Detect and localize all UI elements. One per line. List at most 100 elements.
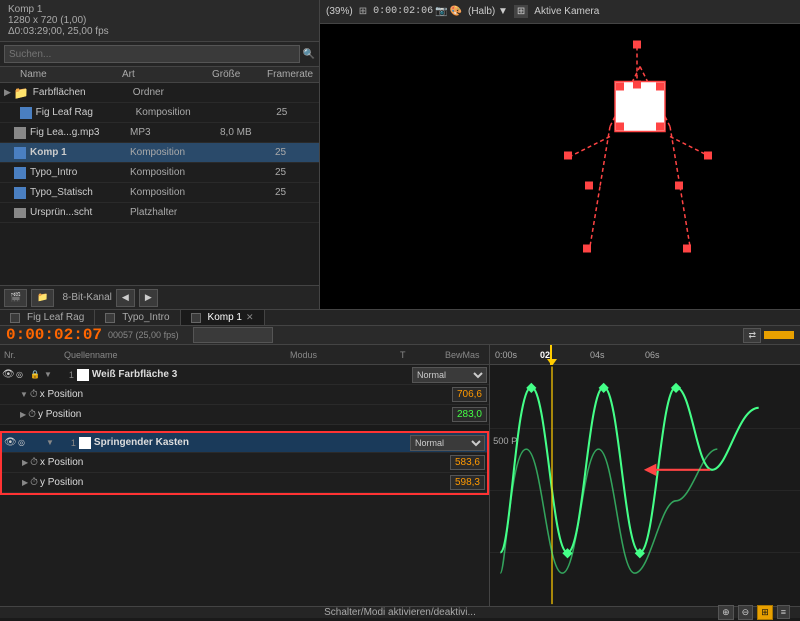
sub-layer-name: y Position [40, 477, 450, 488]
tab-close-icon[interactable]: ✕ [246, 312, 254, 323]
sub-layer-name: x Position [40, 457, 450, 468]
file-type: Platzhalter [130, 207, 220, 218]
file-type: Komposition [136, 107, 223, 118]
graph-area: 0:00s 02 04s 06s 500 P [490, 345, 800, 606]
transparency-icon: ⊞ [514, 5, 528, 18]
lock-icon[interactable]: 🔒 [30, 370, 44, 379]
list-item[interactable]: Fig Lea...g.mp3 MP3 8,0 MB [0, 123, 319, 143]
mp3-icon [14, 127, 26, 139]
list-item[interactable]: ▶ 📁 Farbflächen Ordner [0, 83, 319, 103]
file-type: MP3 [130, 127, 220, 138]
x-position-value: 706,6 [452, 387, 487, 402]
file-name: Fig Lea...g.mp3 [30, 127, 130, 138]
eye-icon[interactable]: 👁 [4, 437, 18, 448]
left-panel: Komp 1 1280 x 720 (1,00) Δ0:03:29;00, 25… [0, 0, 320, 309]
expand-icon[interactable]: ▼ [20, 390, 28, 399]
file-header: Name Art Größe Framerate [0, 67, 319, 83]
prev-button[interactable]: ◀ [116, 289, 135, 307]
layer-row-2[interactable]: 👁 ◎ ▼ 1 Springender Kasten Normal [2, 433, 487, 453]
solo-icon[interactable]: ◎ [16, 370, 30, 379]
col-nr: Nr. [4, 350, 34, 360]
bottom-bar-label: Schalter/Modi aktivieren/deaktivi... [324, 607, 476, 618]
resolution-label: (Halb) ▼ [468, 6, 508, 17]
timecode: 0:00:02:07 [6, 326, 102, 344]
expand-arrow: ▶ [4, 87, 14, 98]
tab-fig-leaf-rag[interactable]: Fig Leaf Rag [0, 310, 95, 325]
ruler-mark-02: 02 [540, 350, 550, 360]
project-name: Komp 1 [8, 4, 311, 15]
file-fps: 25 [275, 147, 315, 158]
folder-button[interactable]: 📁 [31, 289, 54, 307]
stopwatch-icon[interactable]: ⏱ [30, 457, 38, 468]
file-size: 8,0 MB [220, 127, 275, 138]
ruler-mark-04: 04s [590, 350, 605, 360]
preview-panel: (39%) ⊞ 0:00:02:06 📷 🎨 (Halb) ▼ ⊞ Aktive… [320, 0, 800, 309]
list-item[interactable]: Ursprün...scht Platzhalter [0, 203, 319, 223]
col-name: Name [0, 69, 118, 80]
frame-search-input[interactable] [193, 327, 273, 343]
folder-icon: 📁 [14, 86, 29, 100]
preview-figure-svg [320, 24, 800, 309]
file-name: Farbflächen [33, 87, 133, 98]
file-type: Komposition [130, 187, 220, 198]
layer-row-2-sub2: ▶ ⏱ y Position 598,3 [2, 473, 487, 493]
list-item[interactable]: Typo_Statisch Komposition 25 [0, 183, 319, 203]
file-fps: 25 [275, 167, 315, 178]
list-item[interactable]: Typo_Intro Komposition 25 [0, 163, 319, 183]
fit-button[interactable]: ⊞ [359, 6, 367, 17]
timeline-tool-btn[interactable]: ⇄ [743, 328, 761, 343]
col-t: T [400, 350, 415, 360]
layer-mode-select-2[interactable]: Normal [410, 435, 485, 451]
eye-icon[interactable]: 👁 [2, 369, 16, 380]
timeline-ruler: 0:00s 02 04s 06s [490, 345, 800, 365]
file-name: Typo_Statisch [30, 187, 130, 198]
stopwatch-icon[interactable]: ⏱ [30, 477, 38, 488]
layer-row-1[interactable]: 👁 ◎ 🔒 ▼ 1 Weiß Farbfläche 3 Normal [0, 365, 489, 385]
layer-row-1-sub1: ▼ ⏱ x Position 706,6 [0, 385, 489, 405]
col-bewmas: BewMas [445, 350, 485, 360]
expand-icon[interactable]: ▶ [22, 478, 28, 487]
expand-icon[interactable]: ▶ [22, 458, 28, 467]
file-type: Komposition [130, 147, 220, 158]
layer-number: 1 [56, 438, 76, 448]
work-area-indicator [764, 331, 794, 339]
stopwatch-icon[interactable]: ⏱ [28, 409, 36, 420]
zoom-fit-button[interactable]: ⊕ [718, 605, 734, 620]
camera-label: Aktive Kamera [534, 6, 599, 17]
file-name: Ursprün...scht [30, 207, 130, 218]
svg-text:500 P: 500 P [493, 436, 517, 446]
zoom-out-button[interactable]: ⊖ [738, 605, 754, 620]
fps-info: 00057 (25,00 fps) [108, 330, 179, 340]
layer-row-1-sub2: ▶ ⏱ y Position 283,0 [0, 405, 489, 425]
resolution-selector: 0:00:02:06 📷 🎨 [373, 6, 462, 17]
file-name: Fig Leaf Rag [36, 107, 136, 118]
solo-icon[interactable]: ◎ [18, 438, 32, 447]
next-button[interactable]: ▶ [139, 289, 158, 307]
graph-settings-button[interactable]: ⊞ [757, 605, 773, 620]
snapshot-icon[interactable]: 📷 [435, 6, 447, 17]
project-dimensions: 1280 x 720 (1,00) [8, 15, 311, 26]
list-item[interactable]: Fig Leaf Rag Komposition 25 [0, 103, 319, 123]
new-comp-button[interactable]: 🎬 [4, 289, 27, 307]
layer-mode-select[interactable]: Normal [412, 367, 487, 383]
more-options-button[interactable]: ≡ [777, 605, 790, 619]
search-input[interactable] [4, 45, 300, 63]
expand-icon[interactable]: ▼ [46, 438, 54, 447]
stopwatch-icon[interactable]: ⏱ [30, 389, 38, 400]
file-list: ▶ 📁 Farbflächen Ordner Fig Leaf Rag Komp… [0, 83, 319, 285]
project-duration: Δ0:03:29;00, 25,00 fps [8, 26, 311, 37]
timecode-display: 0:00:02:06 [373, 6, 433, 17]
expand-icon[interactable]: ▶ [20, 410, 26, 419]
list-item[interactable]: Komp 1 Komposition 25 [0, 143, 319, 163]
tab-komp1[interactable]: Komp 1 ✕ [181, 310, 265, 325]
col-size: Größe [208, 69, 263, 80]
layer-name: Weiß Farbfläche 3 [92, 369, 412, 380]
layer-color-box [79, 437, 91, 449]
expand-icon[interactable]: ▼ [44, 370, 52, 379]
tab-label: Typo_Intro [122, 312, 169, 323]
comp-icon [14, 187, 26, 199]
preview-canvas [320, 24, 800, 309]
comp-icon [14, 147, 26, 159]
tab-typo-intro[interactable]: Typo_Intro [95, 310, 180, 325]
ruler-mark-0: 0:00s [495, 350, 517, 360]
